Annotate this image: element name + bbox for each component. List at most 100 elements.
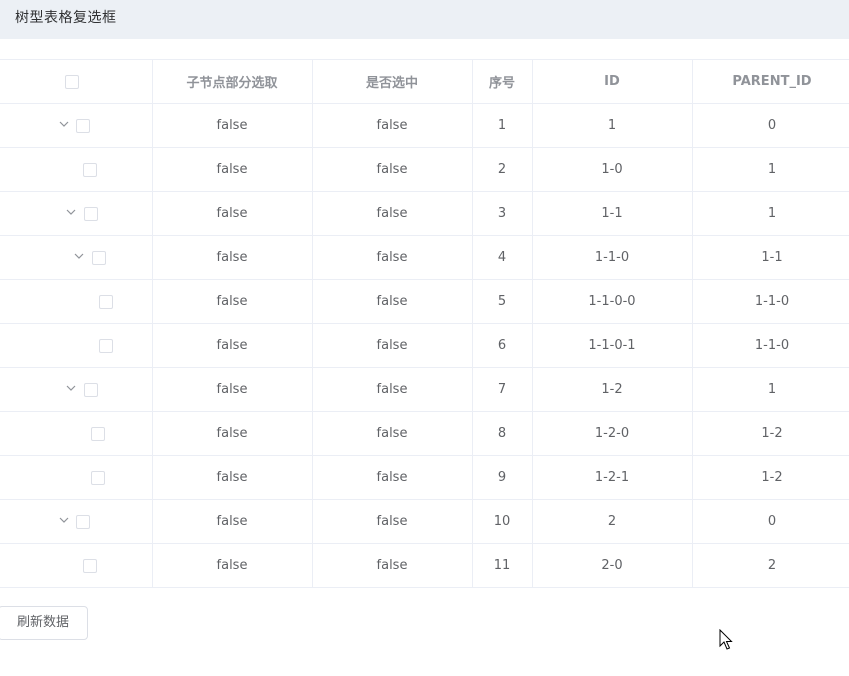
tree-cell: [0, 499, 153, 544]
title-bar: 树型表格复选框: [0, 0, 849, 39]
header-partial: 子节点部分选取: [152, 59, 313, 104]
parent-id-cell: 1-2: [692, 411, 849, 456]
table-row[interactable]: false false 5 1-1-0-0 1-1-0: [0, 279, 849, 324]
header-id: ID: [532, 59, 693, 104]
id-cell: 1-1-0-0: [532, 279, 693, 324]
index-cell: 3: [472, 191, 533, 236]
table-row[interactable]: false false 7 1-2 1: [0, 367, 849, 412]
row-checkbox[interactable]: [91, 427, 105, 441]
tree-cell: [0, 411, 153, 456]
index-cell: 7: [472, 367, 533, 412]
checked-cell: false: [312, 235, 473, 280]
id-cell: 1-2-0: [532, 411, 693, 456]
tree-cell: [0, 191, 153, 236]
partial-cell: false: [152, 103, 313, 148]
row-checkbox[interactable]: [76, 515, 90, 529]
row-checkbox[interactable]: [92, 251, 106, 265]
parent-id-cell: 2: [692, 543, 849, 588]
tree-cell: [0, 279, 153, 324]
header-index: 序号: [472, 59, 533, 104]
id-cell: 1-1-0-1: [532, 323, 693, 368]
mouse-pointer-icon: [719, 628, 733, 655]
partial-cell: false: [152, 367, 313, 412]
checked-cell: false: [312, 279, 473, 324]
tree-table: 子节点部分选取 是否选中 序号 ID PARENT_ID false false…: [0, 59, 849, 588]
parent-id-cell: 1-1-0: [692, 279, 849, 324]
checked-cell: false: [312, 147, 473, 192]
index-cell: 2: [472, 147, 533, 192]
id-cell: 2-0: [532, 543, 693, 588]
table-row[interactable]: false false 4 1-1-0 1-1: [0, 235, 849, 280]
partial-cell: false: [152, 543, 313, 588]
row-checkbox[interactable]: [83, 163, 97, 177]
parent-id-cell: 1: [692, 367, 849, 412]
checked-cell: false: [312, 323, 473, 368]
tree-cell: [0, 367, 153, 412]
checked-cell: false: [312, 543, 473, 588]
tree-cell: [0, 103, 153, 148]
table-row[interactable]: false false 10 2 0: [0, 499, 849, 544]
tree-cell: [0, 147, 153, 192]
table-header-row: 子节点部分选取 是否选中 序号 ID PARENT_ID: [0, 59, 849, 104]
id-cell: 1-1-0: [532, 235, 693, 280]
parent-id-cell: 1-1-0: [692, 323, 849, 368]
index-cell: 10: [472, 499, 533, 544]
chevron-down-icon[interactable]: [58, 514, 70, 526]
page: 树型表格复选框 子节点部分选取 是否选中 序号 ID PARENT_ID fal…: [0, 0, 849, 676]
parent-id-cell: 1: [692, 147, 849, 192]
index-cell: 5: [472, 279, 533, 324]
header-parent-id: PARENT_ID: [692, 59, 849, 104]
checked-cell: false: [312, 191, 473, 236]
row-checkbox[interactable]: [76, 119, 90, 133]
header-select-all: [0, 59, 153, 104]
id-cell: 1-2: [532, 367, 693, 412]
row-checkbox[interactable]: [99, 295, 113, 309]
select-all-checkbox[interactable]: [65, 74, 79, 89]
chevron-down-icon[interactable]: [65, 206, 77, 218]
index-cell: 11: [472, 543, 533, 588]
partial-cell: false: [152, 147, 313, 192]
table-row[interactable]: false false 6 1-1-0-1 1-1-0: [0, 323, 849, 368]
parent-id-cell: 1: [692, 191, 849, 236]
checked-cell: false: [312, 411, 473, 456]
chevron-down-icon[interactable]: [65, 382, 77, 394]
partial-cell: false: [152, 455, 313, 500]
partial-cell: false: [152, 499, 313, 544]
checked-cell: false: [312, 367, 473, 412]
parent-id-cell: 0: [692, 103, 849, 148]
chevron-down-icon[interactable]: [58, 118, 70, 130]
table-row[interactable]: false false 1 1 0: [0, 103, 849, 148]
tree-cell: [0, 455, 153, 500]
index-cell: 9: [472, 455, 533, 500]
table-row[interactable]: false false 8 1-2-0 1-2: [0, 411, 849, 456]
tree-cell: [0, 543, 153, 588]
checked-cell: false: [312, 455, 473, 500]
row-checkbox[interactable]: [91, 471, 105, 485]
partial-cell: false: [152, 235, 313, 280]
checked-cell: false: [312, 499, 473, 544]
id-cell: 1-2-1: [532, 455, 693, 500]
index-cell: 6: [472, 323, 533, 368]
tree-cell: [0, 323, 153, 368]
partial-cell: false: [152, 323, 313, 368]
row-checkbox[interactable]: [83, 559, 97, 573]
checked-cell: false: [312, 103, 473, 148]
row-checkbox[interactable]: [84, 207, 98, 221]
table-row[interactable]: false false 9 1-2-1 1-2: [0, 455, 849, 500]
table-row[interactable]: false false 11 2-0 2: [0, 543, 849, 588]
parent-id-cell: 1-2: [692, 455, 849, 500]
table-row[interactable]: false false 2 1-0 1: [0, 147, 849, 192]
partial-cell: false: [152, 279, 313, 324]
partial-cell: false: [152, 191, 313, 236]
partial-cell: false: [152, 411, 313, 456]
row-checkbox[interactable]: [99, 339, 113, 353]
page-title: 树型表格复选框: [15, 10, 117, 26]
chevron-down-icon[interactable]: [73, 250, 85, 262]
index-cell: 1: [472, 103, 533, 148]
parent-id-cell: 1-1: [692, 235, 849, 280]
parent-id-cell: 0: [692, 499, 849, 544]
table-row[interactable]: false false 3 1-1 1: [0, 191, 849, 236]
index-cell: 4: [472, 235, 533, 280]
refresh-data-button[interactable]: 刷新数据: [0, 606, 88, 640]
row-checkbox[interactable]: [84, 383, 98, 397]
